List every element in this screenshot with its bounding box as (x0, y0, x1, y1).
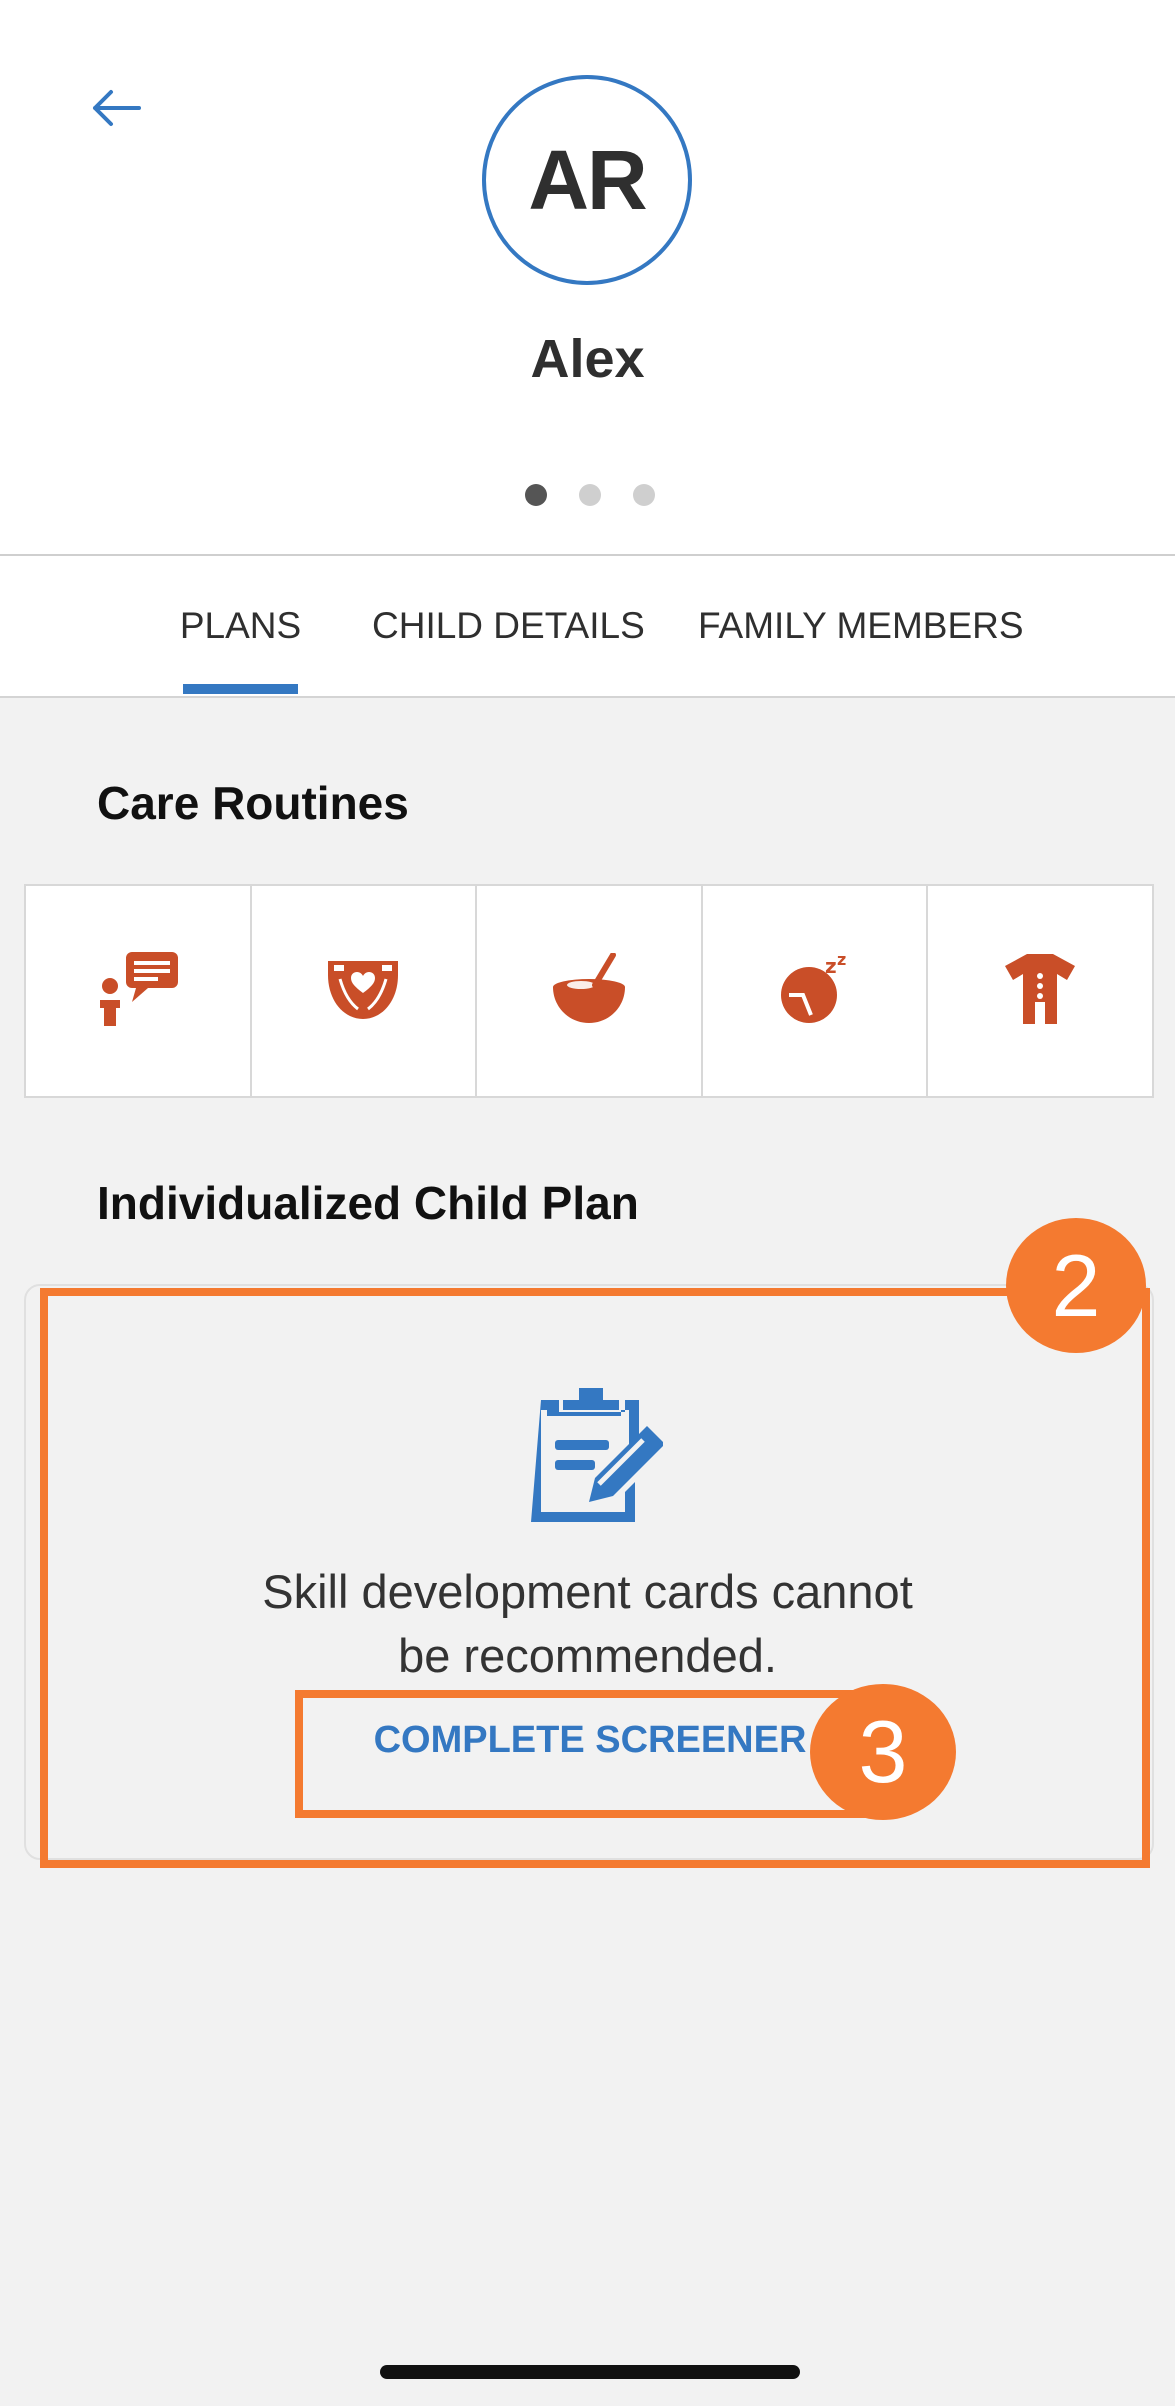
routine-dressing[interactable] (928, 886, 1152, 1096)
communication-icon (96, 950, 180, 1033)
active-tab-indicator (183, 684, 298, 694)
avatar-initials: AR (528, 132, 647, 227)
svg-text:z: z (837, 953, 846, 969)
page-dot (579, 484, 601, 506)
tab-family-members[interactable]: FAMILY MEMBERS (698, 556, 1024, 696)
diaper-icon (326, 957, 400, 1026)
profile-header: AR Alex (0, 0, 1175, 556)
annotation-badge-2: 2 (1006, 1218, 1146, 1353)
arrow-left-icon (89, 88, 141, 133)
svg-text:z: z (825, 954, 837, 978)
page-dot-active (525, 484, 547, 506)
sleep-icon: z z (777, 950, 853, 1030)
dressing-onesie-icon (1003, 952, 1077, 1031)
avatar[interactable]: AR (482, 75, 692, 285)
tab-child-details[interactable]: CHILD DETAILS (372, 556, 645, 696)
annotation-badge-3: 3 (810, 1684, 956, 1820)
home-indicator[interactable] (380, 2365, 800, 2379)
page-dot (633, 484, 655, 506)
back-button[interactable] (80, 80, 150, 140)
care-routines-title: Care Routines (97, 777, 409, 829)
routine-feeding[interactable] (477, 886, 703, 1096)
child-name: Alex (530, 329, 645, 389)
page-indicator (525, 484, 655, 506)
highlight-box-3 (295, 1690, 895, 1818)
plan-section-title: Individualized Child Plan (97, 1177, 639, 1229)
tab-bar: PLANS CHILD DETAILS FAMILY MEMBERS (0, 556, 1175, 698)
routine-sleep[interactable]: z z (703, 886, 929, 1096)
tab-plans[interactable]: PLANS (180, 556, 301, 696)
feeding-bowl-icon (551, 951, 627, 1030)
routine-communication[interactable] (26, 886, 252, 1096)
care-routines-grid: z z (24, 884, 1154, 1098)
routine-diapering[interactable] (252, 886, 478, 1096)
